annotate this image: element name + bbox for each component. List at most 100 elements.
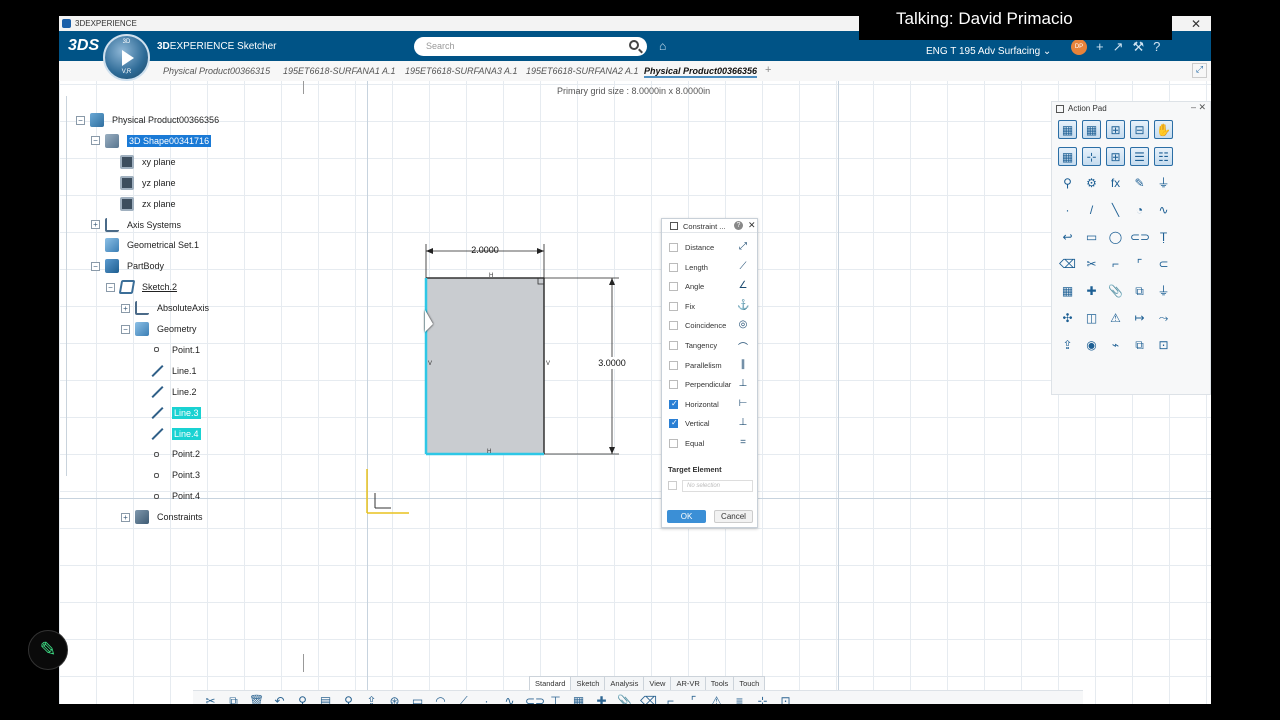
toolbar-command-icon[interactable]: ⧉ — [226, 694, 241, 704]
stack-icon[interactable]: ⧉ — [1130, 282, 1149, 301]
arrow-icon[interactable]: ↦ — [1130, 309, 1149, 328]
toolbar-command-icon[interactable]: ≡ — [732, 694, 747, 704]
list-icon[interactable]: ☷ — [1154, 147, 1173, 166]
constraint-option-horizontal[interactable]: Horizontal ⊢ — [669, 398, 753, 412]
height-dimension-label[interactable]: 3.0000 — [598, 358, 626, 368]
text-icon[interactable]: Ṭ — [1154, 228, 1173, 247]
section-tab-view[interactable]: View — [643, 676, 672, 691]
cone-icon[interactable]: ⚠ — [1106, 309, 1125, 328]
toolbar-command-icon[interactable]: ⊡ — [778, 694, 793, 704]
constraint-option-angle[interactable]: Angle ∠ — [669, 280, 753, 294]
section-tab-analysis[interactable]: Analysis — [604, 676, 645, 691]
toolbar-command-icon[interactable]: 🗑 — [249, 694, 264, 704]
arc3-icon[interactable]: ◔ — [1130, 201, 1149, 220]
tab-physical-product-00366315[interactable]: Physical Product00366315 — [163, 66, 270, 76]
search-input[interactable]: Search — [414, 37, 647, 56]
tools-icon[interactable]: ⚒ — [1133, 39, 1145, 55]
trim-icon[interactable]: ✂ — [1082, 255, 1101, 274]
mirror-icon[interactable]: ◫ — [1082, 309, 1101, 328]
toolbar-command-icon[interactable]: ⟋ — [456, 694, 471, 704]
constraint-option-fix[interactable]: Fix ⚓ — [669, 300, 753, 314]
close-icon[interactable]: ✕ — [748, 220, 756, 231]
constraint-option-distance[interactable]: Distance ⤢ — [669, 241, 753, 255]
toolbar-command-icon[interactable]: ✂ — [203, 694, 218, 704]
target-element-checkbox[interactable] — [668, 481, 677, 490]
slot-icon[interactable]: ⊂⊃ — [1130, 228, 1150, 247]
coincidence-checkbox[interactable] — [669, 321, 678, 331]
project-icon[interactable]: ◉ — [1082, 336, 1101, 355]
ds-logo-icon[interactable]: 3DS — [68, 37, 99, 55]
constraint-option-vertical[interactable]: Vertical ⊥ — [669, 417, 753, 431]
toolbar-command-icon[interactable]: ✚ — [594, 694, 609, 704]
vertical-checkbox[interactable] — [669, 418, 678, 429]
search-icon[interactable] — [629, 40, 639, 50]
share-icon[interactable]: ↗ — [1113, 39, 1124, 55]
table-icon[interactable]: ⊟ — [1130, 120, 1149, 139]
toolbar-command-icon[interactable]: · — [479, 694, 494, 704]
add-icon[interactable]: ✚ — [1082, 282, 1101, 301]
section-tab-sketch[interactable]: Sketch — [570, 676, 606, 691]
eraser-icon[interactable]: ⌫ — [1058, 255, 1077, 274]
cancel-button[interactable]: Cancel — [714, 510, 753, 523]
length-checkbox[interactable] — [669, 262, 678, 272]
tab-physical-product-00366356[interactable]: Physical Product00366356 — [644, 66, 758, 78]
width-dimension-label[interactable]: 2.0000 — [471, 245, 499, 255]
constraint-dialog-header[interactable]: Constraint ... ? ✕ — [662, 219, 757, 233]
equal-checkbox[interactable] — [669, 439, 678, 448]
section-tab-standard[interactable]: Standard — [529, 676, 572, 691]
toolbar-command-icon[interactable]: ⚲ — [295, 694, 310, 704]
sketch-canvas[interactable]: Primary grid size : 8.0000in x 8.0000in … — [59, 81, 1211, 704]
diag-line-icon[interactable]: ╲ — [1106, 201, 1125, 220]
relimit-icon[interactable]: ⤳ — [1154, 309, 1173, 328]
toolbar-icon[interactable]: ⊞ — [1106, 120, 1125, 139]
line-icon[interactable]: / — [1082, 201, 1101, 220]
tab-surfana1[interactable]: 195ET6618-SURFANA1 A.1 — [283, 66, 396, 76]
toolbar-command-icon[interactable]: ↶ — [272, 694, 287, 704]
avatar[interactable]: DP — [1071, 39, 1087, 55]
bars-icon[interactable]: ☰ — [1130, 147, 1149, 166]
toolbar-command-icon[interactable]: 📎 — [617, 694, 632, 704]
grid3-icon[interactable]: ▦ — [1058, 282, 1077, 301]
toolbar-command-icon[interactable]: ⊂⊃ — [525, 694, 545, 704]
constraint-option-coincidence[interactable]: Coincidence ◎ — [669, 319, 753, 333]
target-element-field[interactable]: No selection — [682, 480, 753, 492]
fix-checkbox[interactable] — [669, 301, 678, 311]
toolbar-command-icon[interactable]: ⊤ — [548, 694, 563, 704]
export-icon[interactable]: ⇪ — [1058, 336, 1077, 355]
grid2-icon[interactable]: ▦ — [1058, 147, 1077, 166]
robot-icon[interactable]: ⚙ — [1082, 174, 1101, 193]
section-tab-ar-vr[interactable]: AR-VR — [670, 676, 706, 691]
tag-icon[interactable]: ⌂ — [659, 39, 666, 53]
perpendicular-checkbox[interactable] — [669, 380, 678, 390]
offset-icon[interactable]: ⊂ — [1154, 255, 1173, 274]
section-tab-touch[interactable]: Touch — [733, 676, 766, 691]
clip-icon[interactable]: 📎 — [1106, 282, 1125, 301]
help-icon[interactable]: ? — [1153, 39, 1160, 55]
angle-checkbox[interactable] — [669, 282, 678, 292]
snap-grid-icon[interactable]: ▦ — [1082, 120, 1101, 139]
plus-icon[interactable]: + — [1096, 39, 1104, 55]
annotate-pencil-icon[interactable]: ✎ — [28, 630, 68, 670]
role-selector[interactable]: ENG T 195 Adv Surfacing ⌄ — [926, 46, 1051, 57]
fx-icon[interactable]: fx — [1106, 174, 1125, 193]
toolbar-command-icon[interactable]: ▤ — [318, 694, 333, 704]
ok-button[interactable]: OK — [667, 510, 706, 523]
pencil-icon[interactable]: ✎ — [1130, 174, 1149, 193]
toolbar-command-icon[interactable]: ⊛ — [387, 694, 402, 704]
constraint-option-length[interactable]: Length ⟋ — [669, 261, 753, 275]
rect-icon[interactable]: ▭ — [1082, 228, 1101, 247]
zoom-icon[interactable]: ⚲ — [1058, 174, 1077, 193]
toolbar-command-icon[interactable]: ⚲ — [341, 694, 356, 704]
section-tab-tools[interactable]: Tools — [704, 676, 735, 691]
toolbar-command-icon[interactable]: ⌜ — [686, 694, 701, 704]
plug2-icon[interactable]: ⏚ — [1154, 282, 1173, 301]
hand-icon[interactable]: ✋ — [1154, 120, 1173, 139]
constraint-option-perpendicular[interactable]: Perpendicular ⊥ — [669, 378, 753, 392]
cut-icon[interactable]: ⌁ — [1106, 336, 1125, 355]
split-icon[interactable]: ⊞ — [1106, 147, 1125, 166]
constraint-option-parallelism[interactable]: Parallelism ∥ — [669, 359, 753, 373]
stack2-icon[interactable]: ⧉ — [1130, 336, 1149, 355]
action-pad-controls[interactable]: – ✕ — [1191, 102, 1206, 113]
tangency-checkbox[interactable] — [669, 341, 678, 350]
toolbar-command-icon[interactable]: ⌐ — [663, 694, 678, 704]
